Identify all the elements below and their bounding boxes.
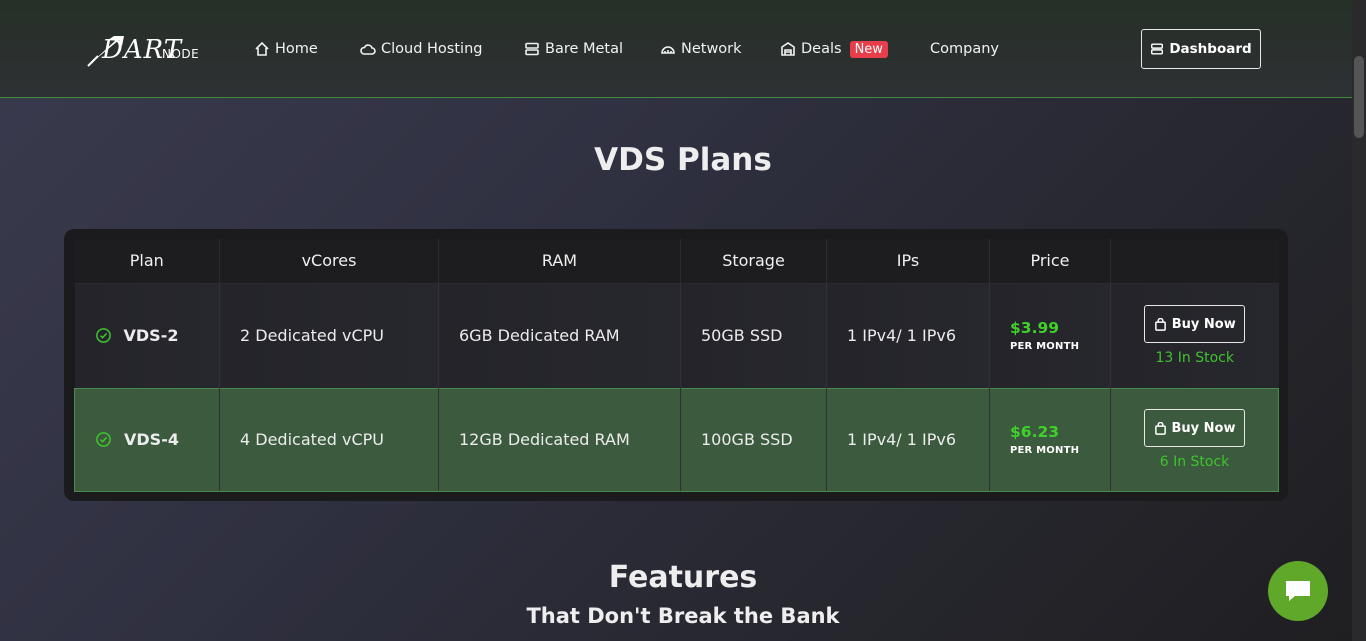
action-cell: Buy Now 6 In Stock	[1110, 387, 1279, 492]
storage-cell: 50GB SSD	[680, 283, 827, 388]
column-header: Plan	[74, 239, 220, 284]
top-navbar: DART NODE Home Cloud Hosting Bare Metal …	[0, 0, 1366, 98]
features-title: Features	[608, 560, 758, 595]
dashboard-label: Dashboard	[1169, 41, 1252, 57]
nav-cloud-hosting-label: Cloud Hosting	[381, 41, 483, 57]
chat-bubble-icon	[1286, 581, 1310, 601]
plan-cell: VDS-4	[74, 387, 220, 492]
nav-deals[interactable]: Deals New	[780, 38, 888, 60]
new-badge: New	[849, 40, 888, 58]
plan-name: VDS-4	[124, 430, 179, 449]
stock-status: 13 In Stock	[1155, 350, 1234, 366]
price-period: PER MONTH	[1010, 341, 1080, 352]
ips-cell: 1 IPv4/ 1 IPv6	[826, 387, 990, 492]
scrollbar-thumb[interactable]	[1354, 56, 1364, 138]
nav-home[interactable]: Home	[254, 38, 318, 60]
buy-now-label: Buy Now	[1171, 420, 1236, 436]
price-period: PER MONTH	[1010, 445, 1080, 456]
store-icon	[781, 42, 795, 56]
buy-now-label: Buy Now	[1171, 316, 1236, 332]
price-cell: $3.99 PER MONTH	[989, 283, 1111, 388]
ram-cell: 12GB Dedicated RAM	[438, 387, 681, 492]
shopping-bag-icon	[1154, 317, 1166, 331]
plan-name: VDS-2	[123, 326, 179, 345]
nav-network[interactable]: Network	[660, 38, 742, 60]
nav-bare-metal-label: Bare Metal	[545, 41, 624, 57]
table-row: VDS-2 2 Dedicated vCPU 6GB Dedicated RAM…	[74, 283, 1279, 388]
nav-home-label: Home	[275, 41, 318, 57]
nav-company[interactable]: Company	[930, 38, 999, 60]
column-header: vCores	[219, 239, 439, 284]
buy-now-button[interactable]: Buy Now	[1144, 409, 1245, 447]
features-subtitle: That Don't Break the Bank	[526, 604, 840, 628]
live-chat-button[interactable]	[1268, 561, 1328, 621]
page-scrollbar[interactable]	[1352, 0, 1366, 641]
page-title: VDS Plans	[594, 142, 772, 178]
vcores-cell: 4 Dedicated vCPU	[219, 387, 439, 492]
nav-network-label: Network	[681, 41, 742, 57]
shopping-bag-icon	[1154, 421, 1166, 435]
cloud-icon	[360, 44, 376, 55]
plan-name-wrap: VDS-2	[95, 326, 220, 345]
nav-deals-label: Deals	[801, 41, 842, 57]
nav-cloud-hosting[interactable]: Cloud Hosting	[360, 38, 482, 60]
ram-cell: 6GB Dedicated RAM	[438, 283, 681, 388]
dashboard-button[interactable]: Dashboard	[1141, 29, 1261, 69]
check-circle-icon	[95, 328, 111, 343]
vcores-cell: 2 Dedicated vCPU	[219, 283, 439, 388]
column-header: RAM	[438, 239, 681, 284]
plan-cell: VDS-2	[74, 283, 220, 388]
storage-cell: 100GB SSD	[680, 387, 827, 492]
price-value: $6.23	[1010, 423, 1060, 441]
price-value: $3.99	[1010, 319, 1060, 337]
column-header: Storage	[680, 239, 827, 284]
table-row: VDS-4 4 Dedicated vCPU 12GB Dedicated RA…	[74, 387, 1279, 492]
table-header-row: Plan vCores RAM Storage IPs Price	[74, 239, 1279, 284]
server-icon	[1151, 43, 1164, 55]
plans-table: Plan vCores RAM Storage IPs Price VDS-2 …	[74, 239, 1279, 492]
price-cell: $6.23 PER MONTH	[989, 387, 1111, 492]
buy-now-button[interactable]: Buy Now	[1144, 305, 1246, 343]
check-circle-icon	[96, 432, 111, 447]
column-header: IPs	[826, 239, 990, 284]
column-header	[1110, 239, 1279, 284]
ips-cell: 1 IPv4/ 1 IPv6	[826, 283, 990, 388]
nav-company-label: Company	[930, 41, 999, 57]
server-icon	[525, 42, 539, 56]
stock-status: 6 In Stock	[1159, 454, 1230, 470]
nav-bare-metal[interactable]: Bare Metal	[524, 38, 623, 60]
action-cell: Buy Now 13 In Stock	[1110, 283, 1279, 388]
home-icon	[255, 41, 269, 56]
network-icon	[661, 46, 675, 54]
logo-subtext: NODE	[162, 47, 200, 61]
plan-name-wrap: VDS-4	[95, 430, 219, 449]
column-header: Price	[989, 239, 1111, 284]
